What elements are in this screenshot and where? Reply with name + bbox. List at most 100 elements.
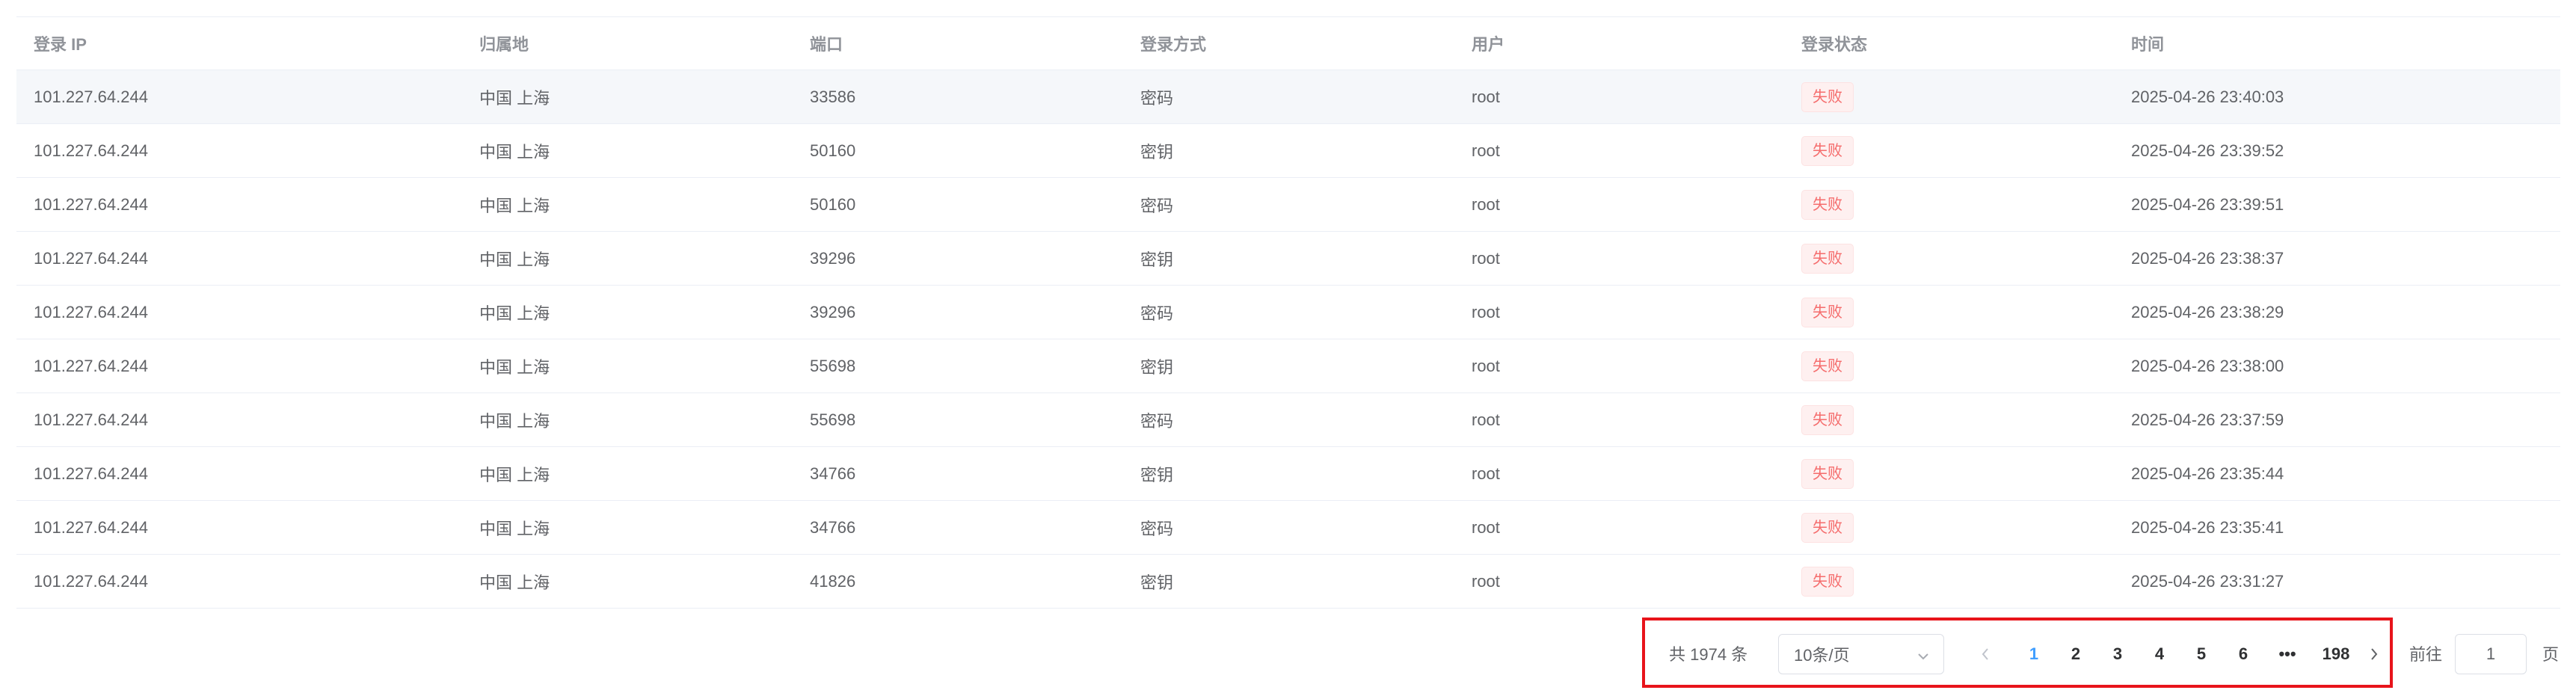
cell-location: 中国 上海 bbox=[479, 411, 550, 431]
cell-port: 34766 bbox=[810, 517, 856, 537]
cell-status: 失败 bbox=[1784, 566, 2114, 597]
cell-port: 55698 bbox=[810, 410, 856, 429]
page-size-select[interactable]: 10条/页 bbox=[1778, 634, 1944, 674]
cell-method: 密钥 bbox=[1140, 465, 1174, 484]
cell-ip: 101.227.64.244 bbox=[34, 571, 148, 591]
status-badge: 失败 bbox=[1801, 458, 1854, 489]
cell-status: 失败 bbox=[1784, 243, 2114, 274]
table-row: 101.227.64.244 中国 上海 55698 密码 root 失败 20… bbox=[16, 393, 2560, 447]
goto-suffix: 页 bbox=[2542, 645, 2560, 664]
cell-ip: 101.227.64.244 bbox=[34, 356, 148, 375]
cell-method: 密码 bbox=[1140, 519, 1174, 538]
page-button-6[interactable]: 6 bbox=[2228, 634, 2258, 674]
cell-location: 中国 上海 bbox=[479, 465, 550, 484]
table-row: 101.227.64.244 中国 上海 34766 密码 root 失败 20… bbox=[16, 501, 2560, 555]
cell-port: 41826 bbox=[810, 571, 856, 591]
cell-location: 中国 上海 bbox=[479, 250, 550, 269]
cell-method: 密钥 bbox=[1140, 573, 1174, 592]
cell-user: root bbox=[1472, 571, 1500, 591]
cell-location: 中国 上海 bbox=[479, 142, 550, 161]
pagination-total: 共 1974 条 bbox=[1669, 645, 1748, 664]
cell-status: 失败 bbox=[1784, 297, 2114, 327]
cell-status: 失败 bbox=[1784, 404, 2114, 435]
page-button-4[interactable]: 4 bbox=[2145, 634, 2174, 674]
cell-port: 39296 bbox=[810, 248, 856, 268]
table-row: 101.227.64.244 中国 上海 50160 密码 root 失败 20… bbox=[16, 178, 2560, 232]
cell-status: 失败 bbox=[1784, 512, 2114, 543]
table-row: 101.227.64.244 中国 上海 50160 密钥 root 失败 20… bbox=[16, 124, 2560, 178]
cell-ip: 101.227.64.244 bbox=[34, 194, 148, 214]
table-row: 101.227.64.244 中国 上海 41826 密钥 root 失败 20… bbox=[16, 555, 2560, 609]
cell-port: 50160 bbox=[810, 141, 856, 160]
cell-ip: 101.227.64.244 bbox=[34, 87, 148, 106]
cell-time: 2025-04-26 23:38:29 bbox=[2131, 302, 2284, 321]
column-header-user: 用户 bbox=[1472, 35, 1505, 54]
status-badge: 失败 bbox=[1801, 566, 1854, 597]
table-row: 101.227.64.244 中国 上海 39296 密码 root 失败 20… bbox=[16, 286, 2560, 339]
cell-method: 密码 bbox=[1140, 88, 1174, 108]
cell-time: 2025-04-26 23:37:59 bbox=[2131, 410, 2284, 429]
cell-user: root bbox=[1472, 141, 1500, 160]
column-header-location: 归属地 bbox=[479, 35, 529, 54]
cell-ip: 101.227.64.244 bbox=[34, 141, 148, 160]
table-row: 101.227.64.244 中国 上海 39296 密钥 root 失败 20… bbox=[16, 232, 2560, 286]
cell-time: 2025-04-26 23:38:00 bbox=[2131, 356, 2284, 375]
chevron-down-icon bbox=[1916, 648, 1930, 668]
status-badge: 失败 bbox=[1801, 404, 1854, 435]
status-badge: 失败 bbox=[1801, 512, 1854, 543]
cell-user: root bbox=[1472, 87, 1500, 106]
cell-user: root bbox=[1472, 302, 1500, 321]
cell-user: root bbox=[1472, 517, 1500, 537]
table-row: 101.227.64.244 中国 上海 34766 密钥 root 失败 20… bbox=[16, 447, 2560, 501]
status-badge: 失败 bbox=[1801, 351, 1854, 381]
more-pages-button[interactable]: ••• bbox=[2270, 634, 2305, 674]
cell-time: 2025-04-26 23:38:37 bbox=[2131, 248, 2284, 268]
cell-location: 中国 上海 bbox=[479, 573, 550, 592]
page-button-3[interactable]: 3 bbox=[2103, 634, 2133, 674]
next-page-button[interactable] bbox=[2363, 634, 2385, 674]
cell-time: 2025-04-26 23:35:44 bbox=[2131, 464, 2284, 483]
cell-user: root bbox=[1472, 248, 1500, 268]
page-button-1[interactable]: 1 bbox=[2019, 634, 2049, 674]
cell-time: 2025-04-26 23:31:27 bbox=[2131, 571, 2284, 591]
cell-port: 33586 bbox=[810, 87, 856, 106]
cell-method: 密钥 bbox=[1140, 357, 1174, 377]
cell-user: root bbox=[1472, 464, 1500, 483]
page-button-5[interactable]: 5 bbox=[2186, 634, 2216, 674]
cell-port: 39296 bbox=[810, 302, 856, 321]
chevron-right-icon bbox=[2371, 648, 2378, 660]
cell-port: 55698 bbox=[810, 356, 856, 375]
column-header-method: 登录方式 bbox=[1140, 35, 1207, 54]
cell-user: root bbox=[1472, 194, 1500, 214]
table-header: 登录 IP 归属地 端口 登录方式 用户 登录状态 时间 bbox=[16, 17, 2560, 70]
column-header-port: 端口 bbox=[810, 35, 843, 54]
cell-location: 中国 上海 bbox=[479, 519, 550, 538]
cell-status: 失败 bbox=[1784, 351, 2114, 381]
cell-user: root bbox=[1472, 356, 1500, 375]
column-header-ip: 登录 IP bbox=[34, 35, 87, 54]
goto-label: 前往 bbox=[2409, 645, 2443, 664]
page-size-value: 10条/页 bbox=[1794, 646, 1850, 665]
cell-time: 2025-04-26 23:40:03 bbox=[2131, 87, 2284, 106]
cell-status: 失败 bbox=[1784, 189, 2114, 220]
status-badge: 失败 bbox=[1801, 81, 1854, 112]
table-row: 101.227.64.244 中国 上海 33586 密码 root 失败 20… bbox=[16, 70, 2560, 124]
login-log-table-wrapper: 登录 IP 归属地 端口 登录方式 用户 登录状态 时间 101.227.64.… bbox=[16, 16, 2560, 609]
goto-page-input[interactable] bbox=[2455, 634, 2527, 674]
cell-ip: 101.227.64.244 bbox=[34, 410, 148, 429]
cell-time: 2025-04-26 23:39:52 bbox=[2131, 141, 2284, 160]
cell-method: 密码 bbox=[1140, 196, 1174, 215]
prev-page-button[interactable] bbox=[1974, 634, 1996, 674]
page-button-last[interactable]: 198 bbox=[2314, 634, 2358, 674]
cell-port: 34766 bbox=[810, 464, 856, 483]
cell-ip: 101.227.64.244 bbox=[34, 248, 148, 268]
cell-ip: 101.227.64.244 bbox=[34, 517, 148, 537]
chevron-left-icon bbox=[1982, 648, 1988, 660]
cell-status: 失败 bbox=[1784, 81, 2114, 112]
cell-time: 2025-04-26 23:35:41 bbox=[2131, 517, 2284, 537]
status-badge: 失败 bbox=[1801, 135, 1854, 166]
page-button-2[interactable]: 2 bbox=[2061, 634, 2091, 674]
table-row: 101.227.64.244 中国 上海 55698 密钥 root 失败 20… bbox=[16, 339, 2560, 393]
column-header-status: 登录状态 bbox=[1801, 35, 1868, 54]
login-log-table: 登录 IP 归属地 端口 登录方式 用户 登录状态 时间 101.227.64.… bbox=[16, 16, 2560, 609]
